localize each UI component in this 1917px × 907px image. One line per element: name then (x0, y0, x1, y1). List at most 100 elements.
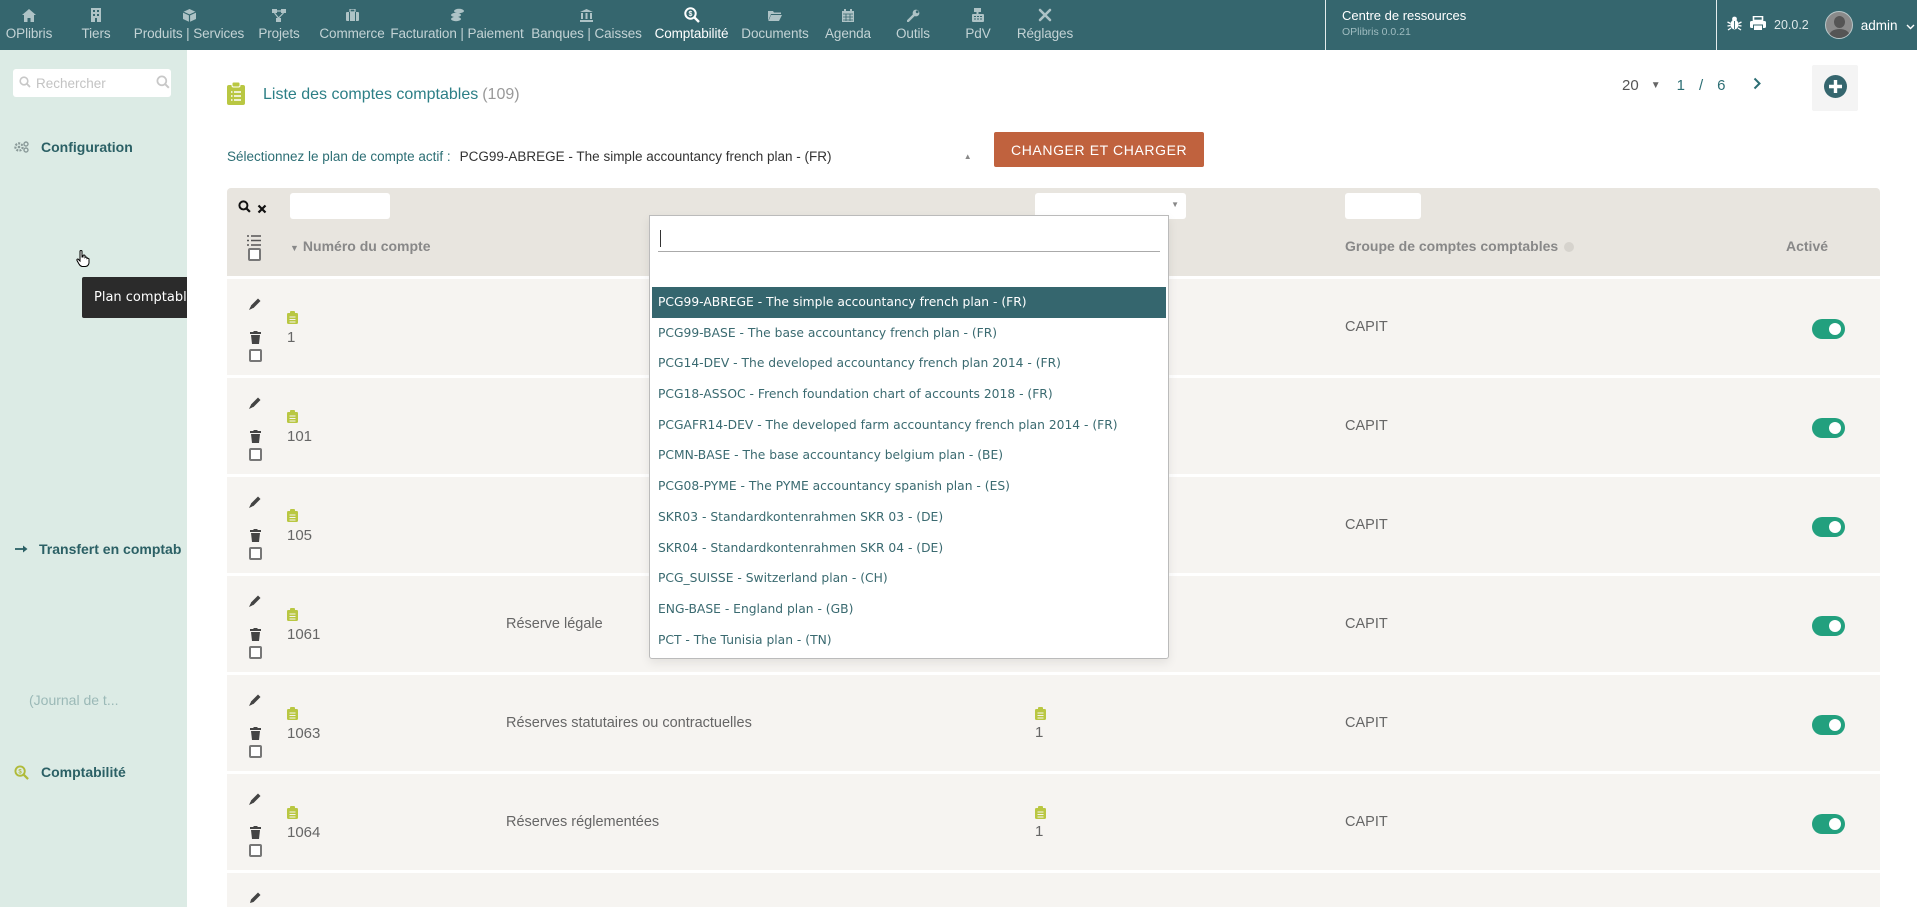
plan-option[interactable]: PCG18-ASSOC - French foundation chart of… (652, 379, 1166, 410)
delete-trash-icon[interactable] (249, 529, 261, 545)
delete-trash-icon[interactable] (249, 628, 261, 644)
top-menu-outils[interactable]: Outils (880, 0, 946, 50)
sidebar-section-comptabilite[interactable]: $ Comptabilité (0, 761, 187, 783)
plan-select[interactable]: PCG99-ABREGE - The simple accountancy fr… (460, 142, 978, 170)
next-page-icon[interactable] (1753, 77, 1762, 94)
user-name[interactable]: admin (1861, 18, 1898, 33)
sidebar-item-achats[interactable]: Achats (0, 663, 187, 689)
edit-pencil-icon[interactable] (248, 495, 262, 512)
sidebar-item-comptes-charges-sociales[interactable]: Comptes charges soc.... (0, 388, 187, 414)
active-toggle[interactable] (1812, 418, 1845, 438)
search-icon[interactable] (238, 200, 251, 216)
top-menu-banques-caisses[interactable]: Banques | Caisses (524, 0, 649, 50)
sidebar-item-banque[interactable]: Banque (Journal de t... (0, 688, 187, 714)
select-all-checkbox[interactable] (248, 248, 261, 261)
column-list-icon[interactable] (247, 233, 261, 249)
caret-down-icon[interactable]: ▼ (1651, 80, 1661, 91)
filter-account-group[interactable] (1345, 193, 1421, 219)
sidebar-item-options-export[interactable]: Options d'export (0, 491, 187, 517)
sidebar-item-cloture[interactable]: Clôture (0, 886, 187, 907)
edit-pencil-icon[interactable] (248, 792, 262, 809)
active-toggle[interactable] (1812, 517, 1845, 537)
sidebar-item-general[interactable]: Général (0, 158, 187, 184)
plan-dropdown-search[interactable] (658, 226, 1160, 252)
plan-dropdown-search-input[interactable] (658, 226, 1160, 250)
plan-option[interactable]: PCG99-BASE - The base accountancy french… (652, 318, 1166, 349)
sidebar-section-configuration[interactable]: Configuration (0, 136, 187, 158)
top-menu-commerce[interactable]: Commerce (314, 0, 390, 50)
sidebar-item-comptes-bancaires[interactable]: Comptes bancaires (0, 337, 187, 363)
account-number-cell[interactable]: 1063 (287, 707, 320, 742)
account-number-cell[interactable]: 105 (287, 509, 312, 544)
plan-option[interactable]: PCGAFR14-DEV - The developed farm accoun… (652, 410, 1166, 441)
user-avatar[interactable] (1824, 11, 1853, 39)
sidebar-item-modele-plan[interactable]: Modèle de plan de co... (0, 209, 187, 235)
column-header-active[interactable]: Activé (1786, 238, 1828, 254)
active-toggle[interactable] (1812, 814, 1845, 834)
sidebar-item-enregistrement[interactable]: Enregistrement en co... (0, 612, 187, 638)
sidebar-item-liaison-factures-client[interactable]: Liaison factures client (0, 560, 187, 586)
sidebar-item-journaux-comptables[interactable]: Journaux comptables (0, 184, 187, 210)
row-checkbox[interactable] (248, 646, 262, 659)
account-number-cell[interactable]: 1061 (287, 608, 320, 643)
delete-trash-icon[interactable] (249, 826, 261, 842)
sidebar-item-balance-comptes[interactable]: Balance des comptes (0, 835, 187, 861)
active-toggle[interactable] (1812, 715, 1845, 735)
sidebar-item-liaison-factures-fournisseur[interactable]: Liaison factures fourni... (0, 586, 187, 612)
edit-pencil-icon[interactable] (248, 594, 262, 611)
plan-option[interactable]: ENG-BASE - England plan - (GB) (652, 594, 1166, 625)
row-checkbox[interactable] (248, 844, 262, 857)
edit-pencil-icon[interactable] (248, 297, 262, 314)
parent-account-cell[interactable]: 1 (1035, 806, 1046, 840)
sidebar-item-ventes[interactable]: Ventes (0, 637, 187, 663)
delete-trash-icon[interactable] (249, 430, 261, 446)
sidebar-item-journaux[interactable]: Journaux (0, 809, 187, 835)
sidebar-item-comptes-cloture[interactable]: Comptes de clôture (0, 440, 187, 466)
edit-pencil-icon[interactable] (248, 891, 262, 907)
column-header-account-number[interactable]: ▼ Numéro du compte (290, 238, 431, 254)
change-and-load-button[interactable]: CHANGER ET CHARGER (994, 132, 1205, 167)
plan-option[interactable]: PCG99-ABREGE - The simple accountancy fr… (652, 287, 1166, 318)
column-header-group[interactable]: Groupe de comptes comptables (1345, 238, 1575, 254)
top-menu-oplibris[interactable]: OPlibris (0, 0, 58, 50)
top-menu-pdv[interactable]: PdV (946, 0, 1010, 50)
top-menu-projets[interactable]: Projets (244, 0, 314, 50)
plan-option[interactable]: PCG_SUISSE - Switzerland plan - (CH) (652, 563, 1166, 594)
row-checkbox[interactable] (248, 349, 262, 362)
sidebar-item-comptes-tva[interactable]: Comptes TVA (0, 363, 187, 389)
bug-icon[interactable] (1727, 16, 1742, 34)
top-menu-agenda[interactable]: Agenda (816, 0, 880, 50)
plan-option[interactable]: PCT - The Tunisia plan - (TN) (652, 625, 1166, 656)
clear-filter-icon[interactable] (257, 201, 267, 217)
sidebar-item-comptes-produits[interactable]: Comptes produits (0, 414, 187, 440)
sidebar-item-export-comptabilite[interactable]: Export comptabilité (0, 860, 187, 886)
sidebar-item-exporter-documents[interactable]: Exporter les document... (0, 714, 187, 740)
per-page-select[interactable]: 20 (1622, 77, 1639, 94)
top-menu-comptabilite[interactable]: $ Comptabilité (649, 0, 734, 50)
active-toggle[interactable] (1812, 319, 1845, 339)
printer-icon[interactable] (1750, 15, 1766, 34)
account-number-cell[interactable]: 1 (287, 311, 298, 346)
row-checkbox[interactable] (248, 448, 262, 461)
info-icon[interactable] (1564, 242, 1575, 252)
current-page[interactable]: 1 (1677, 77, 1685, 94)
filter-account-number[interactable] (290, 193, 390, 219)
row-checkbox[interactable] (248, 745, 262, 758)
sidebar-section-transfert[interactable]: Transfert en comptab (0, 538, 187, 560)
parent-account-cell[interactable]: 1 (1035, 707, 1046, 741)
sidebar-item-plan-comptable[interactable]: Plan comptable (0, 235, 187, 261)
edit-pencil-icon[interactable] (248, 396, 262, 413)
table-row[interactable]: 1063 Réserves statutaires ou contractuell… (227, 672, 1880, 771)
top-menu-facturation-paiement[interactable]: Facturation | Paiement (390, 0, 524, 50)
sidebar-item-groupe-comptes[interactable]: Groupe de comptes pe... (0, 465, 187, 491)
plan-option[interactable]: PCMN-BASE - The base accountancy belgium… (652, 440, 1166, 471)
chevron-down-icon[interactable] (1906, 17, 1915, 33)
add-account-button[interactable] (1812, 65, 1858, 111)
top-menu-tiers[interactable]: Tiers (58, 0, 134, 50)
plan-option[interactable]: SKR03 - Standardkontenrahmen SKR 03 - (D… (652, 502, 1166, 533)
edit-pencil-icon[interactable] (248, 693, 262, 710)
plan-option[interactable]: PCG14-DEV - The developed accountancy fr… (652, 348, 1166, 379)
sidebar-search[interactable] (13, 69, 171, 97)
plan-option[interactable]: PCG08-PYME - The PYME accountancy spanis… (652, 471, 1166, 502)
sidebar-search-input[interactable] (36, 75, 156, 91)
